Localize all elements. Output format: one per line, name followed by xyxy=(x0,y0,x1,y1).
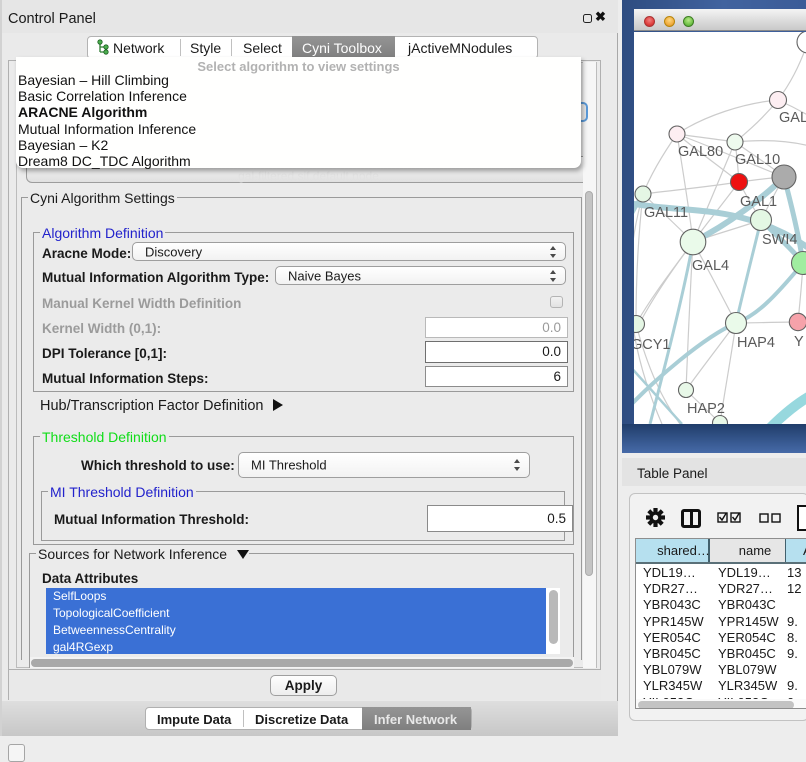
svg-text:HAP2: HAP2 xyxy=(687,401,725,417)
svg-text:GAL4: GAL4 xyxy=(692,258,729,274)
svg-text:SWI4: SWI4 xyxy=(762,232,797,248)
svg-text:GAL11: GAL11 xyxy=(644,205,688,221)
svg-text:GAL1: GAL1 xyxy=(740,194,777,210)
svg-text:GAL: GAL xyxy=(779,110,806,126)
svg-text:GAL10: GAL10 xyxy=(735,152,780,168)
svg-text:Y: Y xyxy=(794,334,804,350)
svg-text:HAP4: HAP4 xyxy=(737,335,775,351)
svg-text:GCY1: GCY1 xyxy=(634,337,671,353)
svg-text:GAL80: GAL80 xyxy=(678,144,723,160)
